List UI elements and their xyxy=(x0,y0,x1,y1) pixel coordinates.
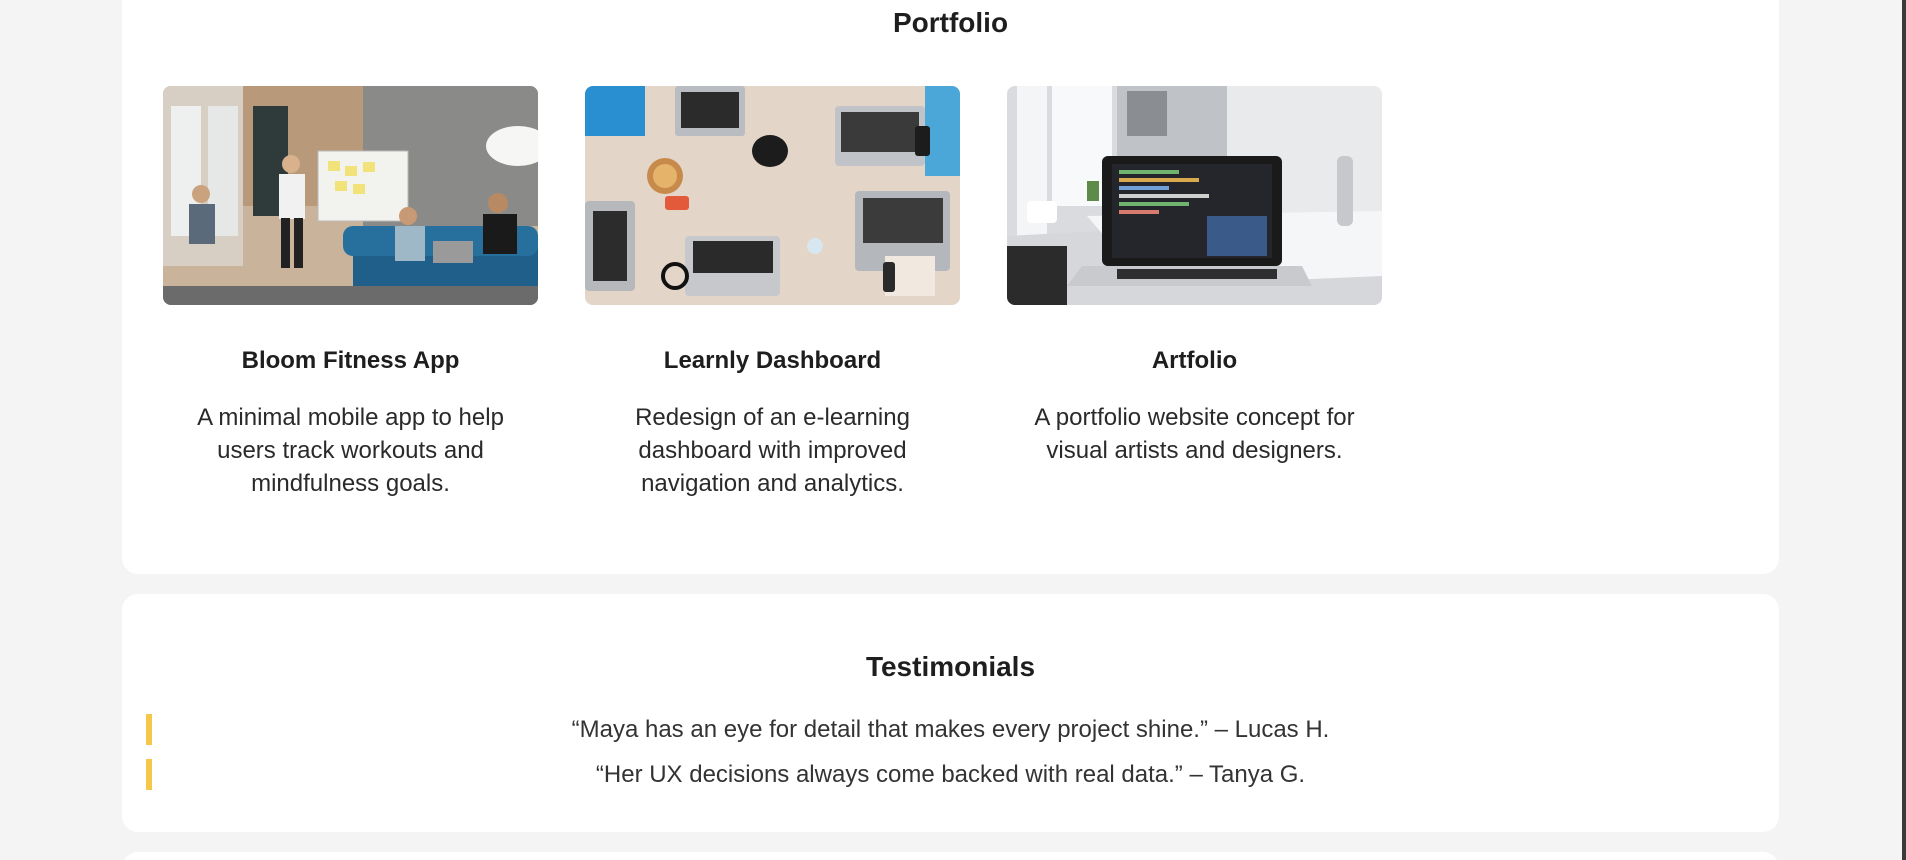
project-description: Redesign of an e-learning dashboard with… xyxy=(635,404,910,497)
testimonials-section: Testimonials “Maya has an eye for detail… xyxy=(122,594,1779,832)
testimonial-text: “Maya has an eye for detail that makes e… xyxy=(571,715,1330,743)
project-title: Bloom Fitness App xyxy=(241,347,460,374)
next-section xyxy=(122,852,1779,860)
project-image-bloom xyxy=(163,86,538,305)
project-image-artfolio xyxy=(1007,86,1382,305)
portfolio-section: Portfolio Bloom Fitness App A minimal mo… xyxy=(122,0,1779,574)
project-title: Learnly Dashboard xyxy=(663,347,882,374)
testimonial-quote: “Maya has an eye for detail that makes e… xyxy=(146,714,1779,745)
project-description: A portfolio website concept for visual a… xyxy=(1034,404,1355,464)
testimonial-text: “Her UX decisions always come backed wit… xyxy=(595,760,1306,788)
page: Portfolio Bloom Fitness App A minimal mo… xyxy=(0,0,1906,860)
testimonial-quote: “Her UX decisions always come backed wit… xyxy=(146,759,1779,790)
portfolio-title: Portfolio xyxy=(892,7,1009,38)
project-card-artfolio[interactable]: Artfolio A portfolio website concept for… xyxy=(1007,86,1382,500)
testimonial-list: “Maya has an eye for detail that makes e… xyxy=(146,714,1779,804)
quote-accent-bar xyxy=(146,714,152,745)
quote-accent-bar xyxy=(146,759,152,790)
project-description: A minimal mobile app to help users track… xyxy=(197,404,504,497)
testimonials-title: Testimonials xyxy=(865,651,1036,682)
project-image-learnly xyxy=(585,86,960,305)
scrollbar[interactable] xyxy=(1902,0,1906,860)
project-card-bloom[interactable]: Bloom Fitness App A minimal mobile app t… xyxy=(163,86,538,500)
portfolio-cards: Bloom Fitness App A minimal mobile app t… xyxy=(163,86,1382,500)
project-title: Artfolio xyxy=(1151,347,1238,374)
project-card-learnly[interactable]: Learnly Dashboard Redesign of an e-learn… xyxy=(585,86,960,500)
